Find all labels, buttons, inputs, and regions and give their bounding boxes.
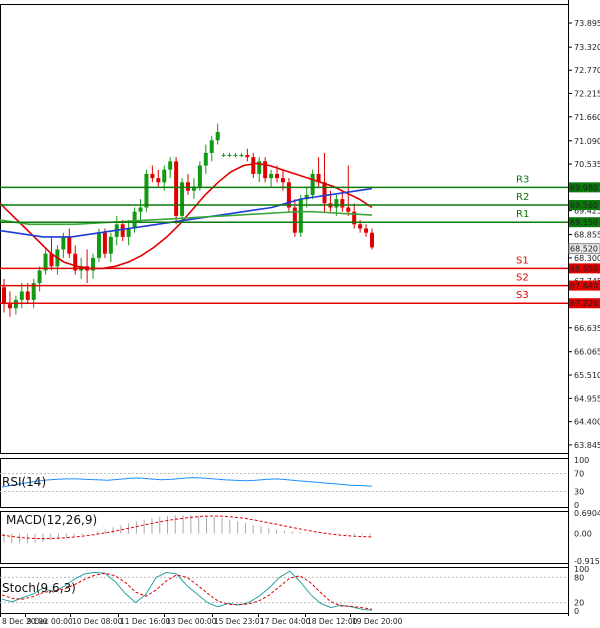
candle-body — [239, 155, 244, 157]
candle-body — [2, 287, 6, 305]
price-tick-label: 64.955 — [574, 394, 600, 403]
candle-body — [251, 157, 256, 174]
macd-tick-label: 0.00 — [574, 530, 592, 539]
time-tick-label: 15 Dec 23:01 — [214, 617, 265, 626]
candle-body — [25, 291, 30, 300]
rsi-title: RSI(14) — [2, 475, 46, 489]
candle-body — [233, 155, 238, 157]
price-tick-label: 73.320 — [574, 43, 600, 52]
candle-body — [61, 236, 66, 250]
forex-chart: 73.895 73.320 72.770 72.215 71.660 71.090 70.5… — [0, 0, 600, 626]
candle-body — [340, 199, 345, 208]
rsi-tick-label: 70 — [574, 470, 584, 479]
moving-average-line — [0, 187, 373, 238]
candle-body — [197, 165, 202, 187]
candle-body — [7, 304, 12, 309]
candle-body — [168, 161, 173, 170]
price-tick-label: 64.400 — [574, 418, 600, 427]
level-price-label: 69.560 — [570, 201, 598, 210]
candle-body — [275, 173, 280, 179]
price-tick-label: 71.090 — [574, 137, 600, 146]
pane-frame-1 — [0, 458, 569, 508]
candle-body — [13, 299, 18, 309]
price-tick-label: 71.660 — [574, 113, 600, 122]
candle-body — [364, 228, 369, 233]
price-tick-label: 68.855 — [574, 231, 600, 240]
stoch-tick-label: 0 — [574, 607, 579, 616]
level-name: S1 — [516, 255, 529, 266]
time-tick-label: 11 Dec 16:00 — [120, 617, 171, 626]
price-tick-label: 72.770 — [574, 66, 600, 75]
candle-body — [215, 131, 220, 141]
candle-body — [322, 182, 327, 204]
candle-body — [162, 169, 167, 183]
stoch-tick-label: 80 — [574, 573, 584, 582]
rsi-tick-label: 100 — [574, 456, 589, 465]
current-price-label: 68.520 — [570, 245, 598, 254]
level-price-label: 68.050 — [570, 264, 598, 273]
time-tick-label: 18 Dec 12:00 — [307, 617, 358, 626]
price-tick-label: 68.300 — [574, 254, 600, 263]
candle-body — [120, 224, 125, 237]
time-tick-label: 9 Dec 00:00 — [27, 617, 73, 626]
candle-body — [126, 228, 131, 237]
level-name: S2 — [516, 273, 529, 284]
candle-body — [19, 291, 24, 300]
candle-body — [209, 140, 214, 153]
level-price-label: 67.220 — [570, 299, 598, 308]
price-tick-label: 63.845 — [574, 441, 600, 450]
candle-body — [310, 173, 315, 195]
level-name: R3 — [516, 174, 529, 185]
time-tick-label: 17 Dec 04:00 — [260, 617, 311, 626]
candle-body — [358, 224, 363, 229]
stoch-title: Stoch(9,6,3) — [2, 581, 76, 595]
pane-frame-0 — [0, 4, 569, 454]
price-tick-label: 66.065 — [574, 348, 600, 357]
candle-body — [346, 207, 351, 212]
price-tick-label: 65.510 — [574, 371, 600, 380]
candle-body — [174, 161, 179, 216]
level-name: S3 — [516, 290, 529, 301]
candle-body — [150, 173, 155, 179]
candle-body — [67, 236, 72, 254]
candle-body — [269, 173, 274, 179]
level-name: R2 — [516, 192, 529, 203]
candle-body — [370, 232, 374, 248]
price-tick-label: 72.215 — [574, 90, 600, 99]
time-tick-label: 19 Dec 20:00 — [352, 617, 403, 626]
macd-title: MACD(12,26,9) — [6, 513, 97, 527]
candle-body — [245, 155, 250, 158]
level-name: R1 — [516, 209, 529, 220]
candle-body — [186, 182, 190, 191]
candle-body — [298, 199, 303, 233]
level-price-label: 67.640 — [570, 282, 598, 291]
candle-body — [280, 178, 285, 183]
candle-body — [96, 232, 101, 258]
price-tick-label: 73.895 — [574, 19, 600, 28]
candle-body — [144, 173, 149, 208]
candle-body — [108, 236, 113, 254]
candle-body — [102, 232, 107, 254]
candle-body — [221, 155, 226, 157]
candle-body — [37, 270, 42, 284]
price-tick-label: 66.635 — [574, 324, 600, 333]
candle-body — [156, 178, 161, 183]
rsi-line — [1, 477, 373, 488]
level-price-label: 69.980 — [570, 183, 598, 192]
macd-tick-label: 0.6904 — [574, 509, 600, 518]
candle-body — [334, 199, 339, 208]
candle-body — [203, 152, 208, 166]
time-tick-label: 10 Dec 08:00 — [72, 617, 123, 626]
price-tick-label: 70.535 — [574, 160, 600, 169]
level-price-label: 69.150 — [570, 218, 598, 227]
candle-body — [138, 207, 143, 212]
time-tick-label: 13 Dec 00:00 — [166, 617, 217, 626]
candle-body — [227, 155, 232, 157]
rsi-tick-label: 30 — [574, 488, 584, 497]
